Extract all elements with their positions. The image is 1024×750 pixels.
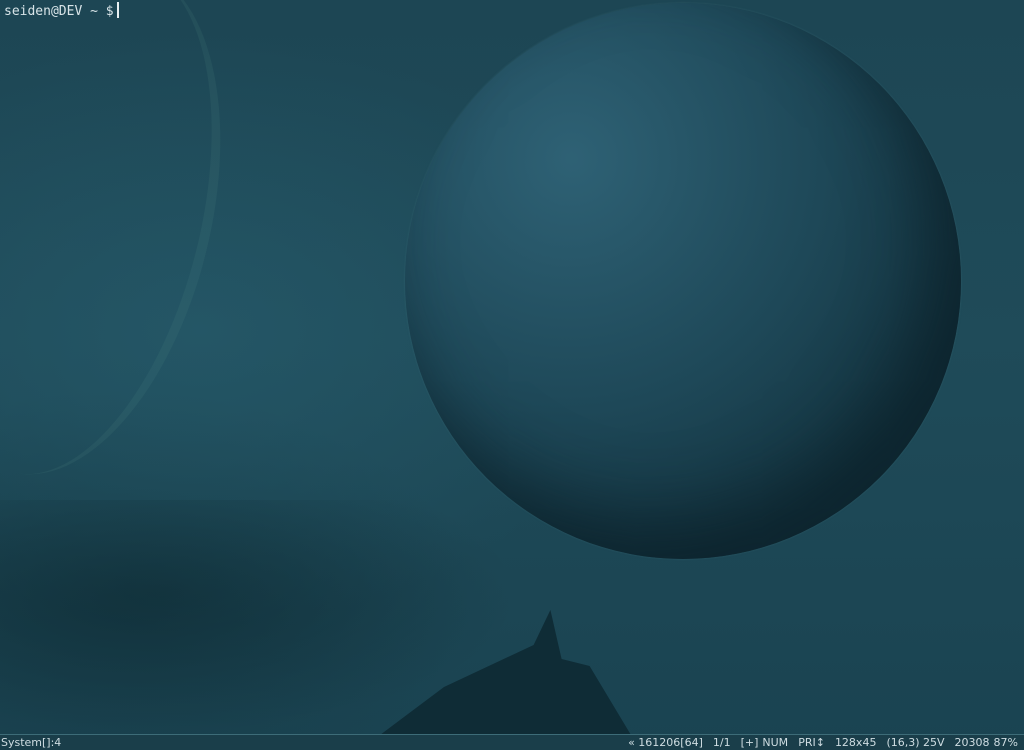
num-lock-indicator: NUM <box>762 736 789 749</box>
plus-indicator[interactable]: [+] <box>741 735 759 750</box>
wallpaper-planet <box>405 3 961 559</box>
terminal-window[interactable]: seiden@DEV ~ $ System[]:4 « 161206[64] 1… <box>0 0 1024 750</box>
history-indicator[interactable]: « 161206[64] <box>628 735 703 750</box>
page-indicator: 1/1 <box>712 736 731 749</box>
cursor-position: (16,3) 25V <box>886 736 945 749</box>
terminal-size[interactable]: 128x45 <box>835 735 877 750</box>
wallpaper-streak <box>0 0 269 505</box>
prompt-text: seiden@DEV ~ $ <box>4 4 114 19</box>
status-fields: « 161206[64] 1/1 [+] NUM PRI↕ 128x45 (16… <box>618 735 1018 750</box>
status-bar: System[]:4 « 161206[64] 1/1 [+] NUM PRI↕… <box>0 734 1024 750</box>
console-tab[interactable]: System[]:4 <box>1 735 61 750</box>
prompt-line[interactable]: seiden@DEV ~ $ <box>4 2 119 21</box>
text-cursor <box>116 2 119 18</box>
zoom-level[interactable]: 87% <box>994 735 1018 750</box>
priority-indicator[interactable]: PRI↕ <box>798 735 825 750</box>
process-id[interactable]: 20308 <box>955 735 990 750</box>
